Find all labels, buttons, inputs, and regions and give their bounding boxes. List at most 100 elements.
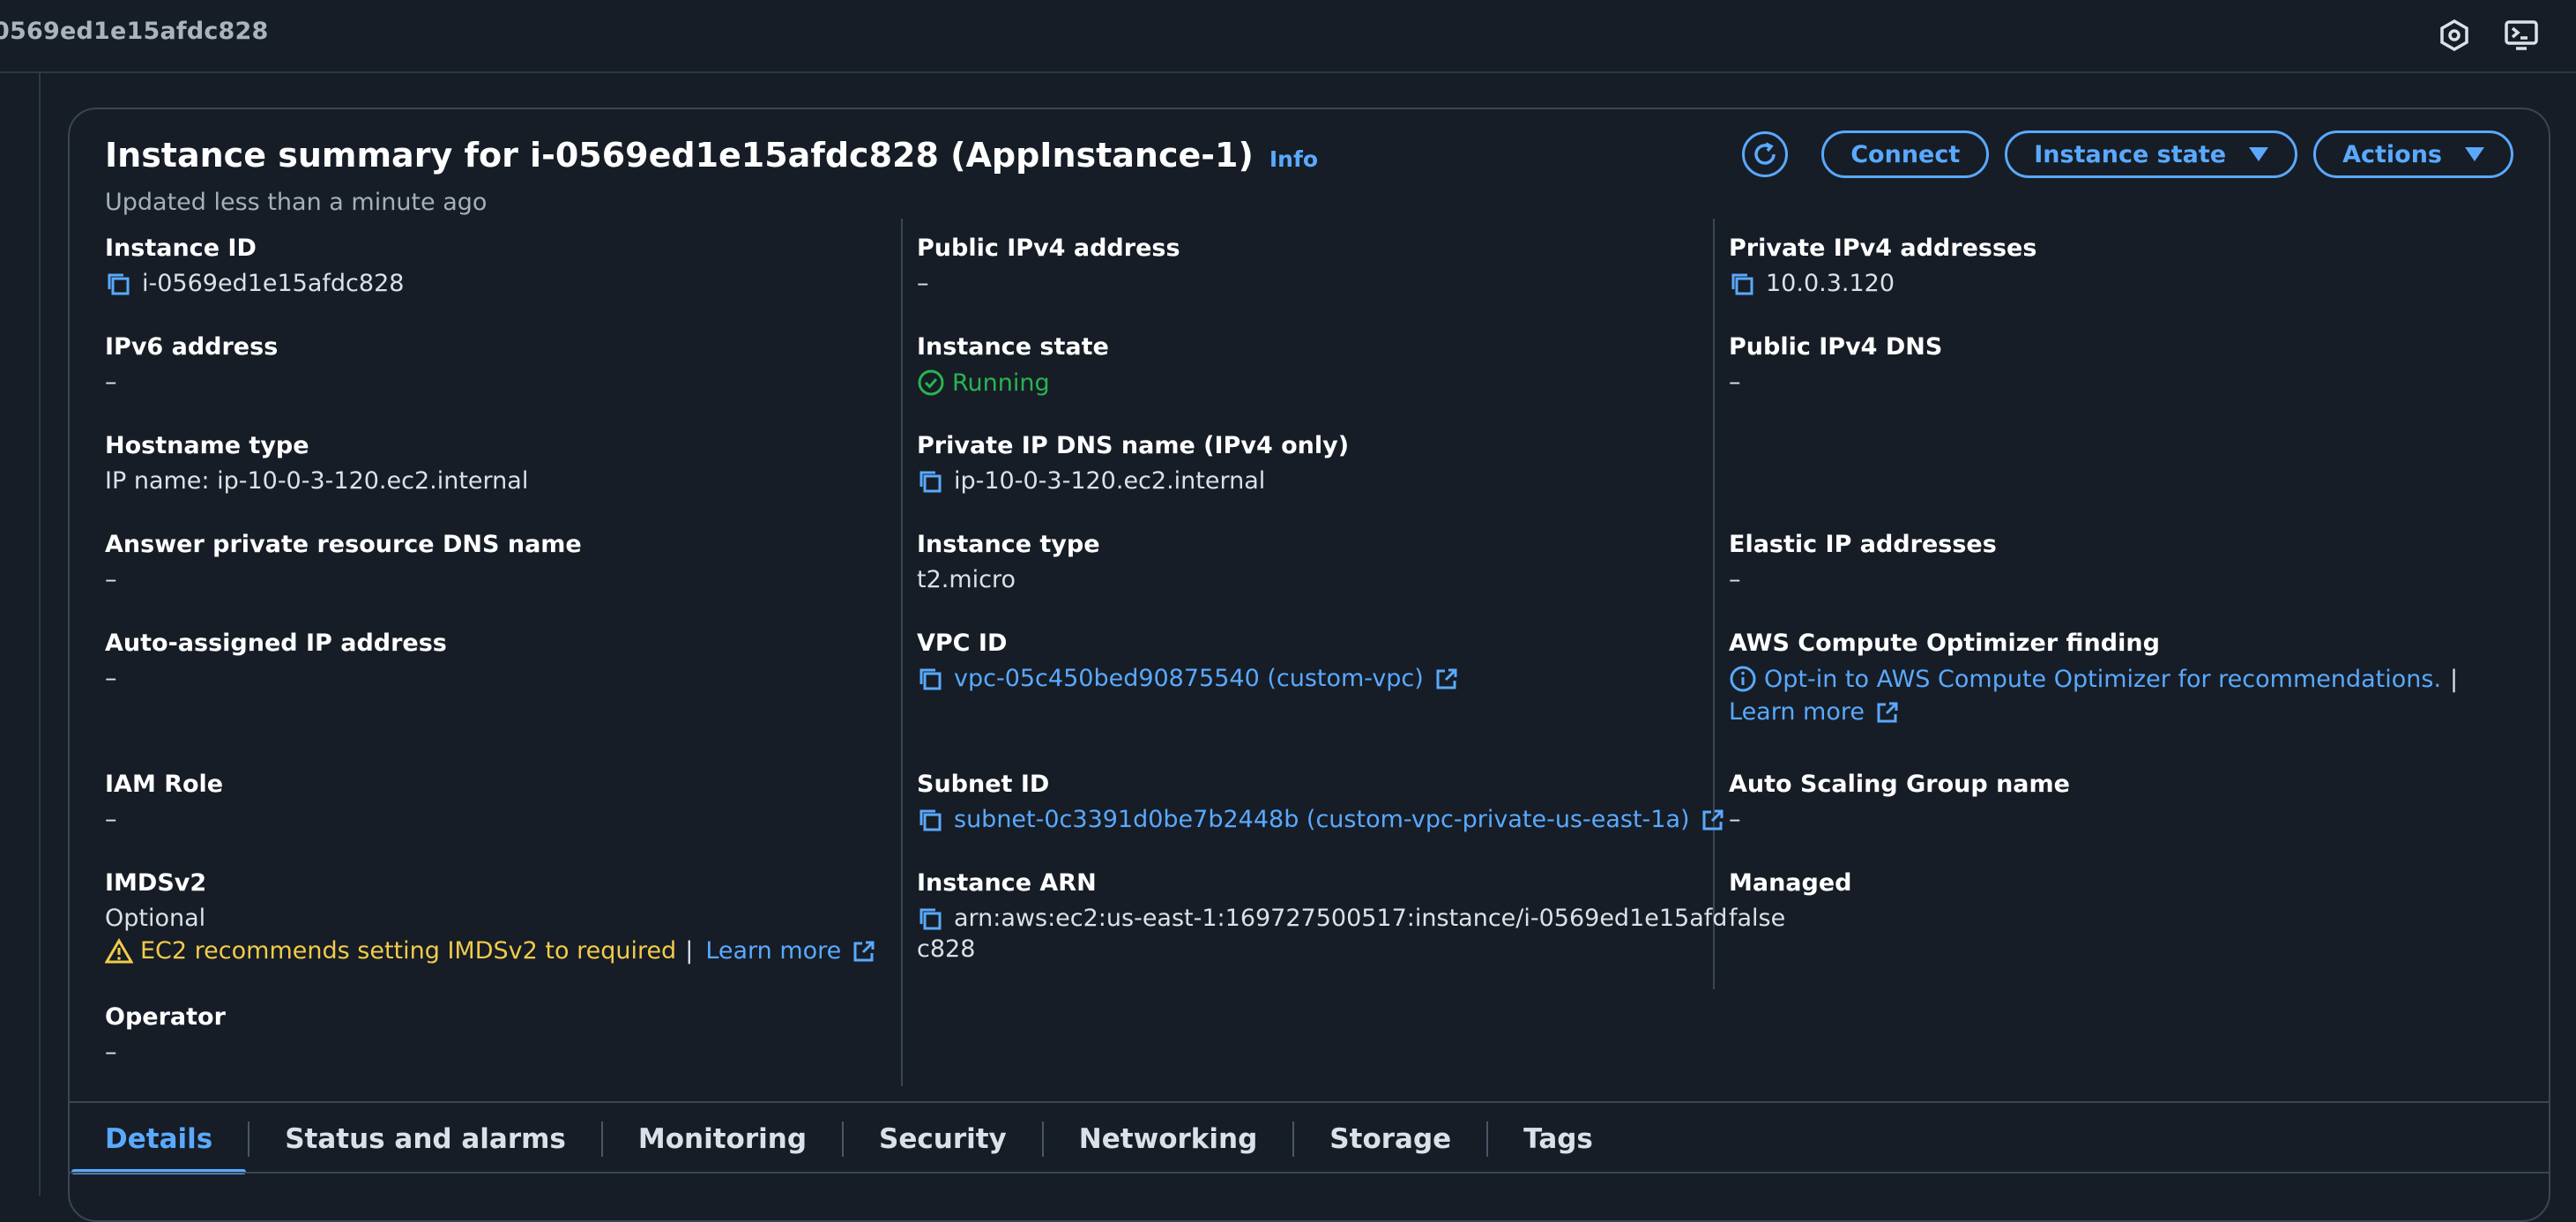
page-title: Instance summary for i-0569ed1e15afdc828… <box>105 136 1254 175</box>
connect-button[interactable]: Connect <box>1821 130 1990 178</box>
field-compute-optimizer: AWS Compute Optimizer finding Opt-in to … <box>1729 630 2458 726</box>
field-label: Subnet ID <box>917 771 1050 798</box>
instance-type-value: t2.micro <box>917 566 1016 593</box>
imdsv2-learn-more-link[interactable]: Learn more <box>705 937 841 965</box>
copy-icon[interactable] <box>1729 271 1755 297</box>
instance-arn-value: arn:aws:ec2:us-east-1:169727500517:insta… <box>954 905 1728 932</box>
instance-state-value: Running <box>952 369 1050 397</box>
public-dns-value: – <box>1729 369 1741 396</box>
connect-label: Connect <box>1850 140 1961 168</box>
info-link[interactable]: Info <box>1269 146 1318 172</box>
subnet-id-link[interactable]: subnet-0c3391d0be7b2448b (custom-vpc-pri… <box>954 806 1690 833</box>
iam-role-value: – <box>105 806 117 833</box>
field-label: IPv6 address <box>105 333 279 361</box>
field-label: IMDSv2 <box>105 869 207 897</box>
field-label: Auto-assigned IP address <box>105 630 447 657</box>
field-label: Instance ARN <box>917 869 1097 897</box>
panel-title-row: Instance summary for i-0569ed1e15afdc828… <box>105 136 1318 175</box>
field-label: AWS Compute Optimizer finding <box>1729 630 2160 657</box>
field-public-dns: Public IPv4 DNS – <box>1729 333 1942 396</box>
tab-tags[interactable]: Tags <box>1488 1123 1628 1155</box>
detail-tabs: Details Status and alarms Monitoring Sec… <box>70 1104 2549 1174</box>
field-label: VPC ID <box>917 630 1008 657</box>
field-auto-ip: Auto-assigned IP address – <box>105 630 447 692</box>
field-public-ipv4: Public IPv4 address – <box>917 235 1180 297</box>
copy-icon[interactable] <box>917 468 943 495</box>
tab-storage[interactable]: Storage <box>1294 1123 1486 1155</box>
actions-button[interactable]: Actions <box>2313 130 2513 178</box>
copy-icon[interactable] <box>917 807 943 833</box>
operator-value: – <box>105 1039 117 1066</box>
ipv6-value: – <box>105 369 117 396</box>
tab-details[interactable]: Details <box>70 1123 248 1174</box>
copy-icon[interactable] <box>917 905 943 932</box>
field-instance-id: Instance ID i-0569ed1e15afdc828 <box>105 235 404 297</box>
field-label: Hostname type <box>105 432 309 459</box>
top-bar: 0569ed1e15afdc828 <box>0 0 2576 73</box>
elastic-ip-value: – <box>1729 566 1741 593</box>
field-label: Private IP DNS name (IPv4 only) <box>917 432 1350 459</box>
tab-security[interactable]: Security <box>844 1123 1042 1155</box>
field-answer-dns: Answer private resource DNS name – <box>105 531 582 593</box>
vpc-id-link[interactable]: vpc-05c450bed90875540 (custom-vpc) <box>954 665 1424 692</box>
copy-icon[interactable] <box>917 666 943 692</box>
instance-summary-panel: Instance summary for i-0569ed1e15afdc828… <box>68 108 2550 1222</box>
field-operator: Operator – <box>105 1003 226 1066</box>
private-dns-value: ip-10-0-3-120.ec2.internal <box>954 467 1266 495</box>
field-instance-state: Instance state Running <box>917 333 1109 397</box>
separator: | <box>2450 665 2459 693</box>
caret-down-icon <box>2249 147 2269 161</box>
field-label: Managed <box>1729 869 1852 897</box>
field-instance-arn: Instance ARN arn:aws:ec2:us-east-1:16972… <box>917 869 1727 963</box>
field-managed: Managed false <box>1729 869 1852 932</box>
field-label: Answer private resource DNS name <box>105 531 582 558</box>
cloudshell-icon[interactable] <box>2504 18 2539 53</box>
external-link-icon <box>1436 668 1457 689</box>
field-private-ipv4: Private IPv4 addresses 10.0.3.120 <box>1729 235 2036 297</box>
instance-state-button[interactable]: Instance state <box>2005 130 2298 178</box>
optimizer-opt-in-link[interactable]: Opt-in to AWS Compute Optimizer for reco… <box>1764 666 2441 693</box>
instance-breadcrumb-title: 0569ed1e15afdc828 <box>0 18 269 45</box>
field-label: Instance ID <box>105 235 257 262</box>
public-ipv4-value: – <box>917 270 929 297</box>
settings-hex-icon[interactable] <box>2437 18 2472 53</box>
asg-value: – <box>1729 806 1741 833</box>
tab-monitoring[interactable]: Monitoring <box>603 1123 842 1155</box>
field-elastic-ip: Elastic IP addresses – <box>1729 531 1997 593</box>
field-imdsv2: IMDSv2 Optional EC2 recommends setting I… <box>105 869 876 965</box>
updated-timestamp: Updated less than a minute ago <box>105 189 488 216</box>
imdsv2-value: Optional <box>105 905 206 932</box>
field-label: Instance type <box>917 531 1100 558</box>
instance-arn-value-cont: c828 <box>917 935 976 963</box>
field-hostname-type: Hostname type IP name: ip-10-0-3-120.ec2… <box>105 432 528 495</box>
auto-ip-value: – <box>105 665 117 692</box>
external-link-icon <box>853 941 875 961</box>
column-divider <box>901 219 903 1086</box>
actions-label: Actions <box>2342 140 2442 168</box>
field-label: IAM Role <box>105 771 224 798</box>
field-label: Public IPv4 DNS <box>1729 333 1943 361</box>
external-link-icon <box>1877 702 1898 722</box>
check-circle-icon <box>918 369 944 396</box>
field-label: Instance state <box>917 333 1109 361</box>
hostname-type-value: IP name: ip-10-0-3-120.ec2.internal <box>105 467 529 495</box>
optimizer-learn-more-link[interactable]: Learn more <box>1729 698 1865 726</box>
tab-status-and-alarms[interactable]: Status and alarms <box>249 1123 601 1155</box>
tabs-bottom-border <box>70 1172 2549 1174</box>
separator: | <box>685 937 694 965</box>
info-circle-icon <box>1730 666 1756 692</box>
field-label: Auto Scaling Group name <box>1729 771 2070 798</box>
field-iam-role: IAM Role – <box>105 771 223 833</box>
answer-dns-value: – <box>105 566 117 593</box>
field-label: Operator <box>105 1003 226 1031</box>
field-vpc-id: VPC ID vpc-05c450bed90875540 (custom-vpc… <box>917 630 1459 692</box>
copy-icon[interactable] <box>105 271 131 297</box>
refresh-icon <box>1754 142 1776 165</box>
tabs-top-border <box>70 1101 2549 1103</box>
field-label: Private IPv4 addresses <box>1729 235 2037 262</box>
refresh-button[interactable] <box>1742 131 1789 177</box>
warning-icon <box>105 937 133 963</box>
field-ipv6: IPv6 address – <box>105 333 278 396</box>
tab-networking[interactable]: Networking <box>1044 1123 1293 1155</box>
field-asg: Auto Scaling Group name – <box>1729 771 2070 833</box>
